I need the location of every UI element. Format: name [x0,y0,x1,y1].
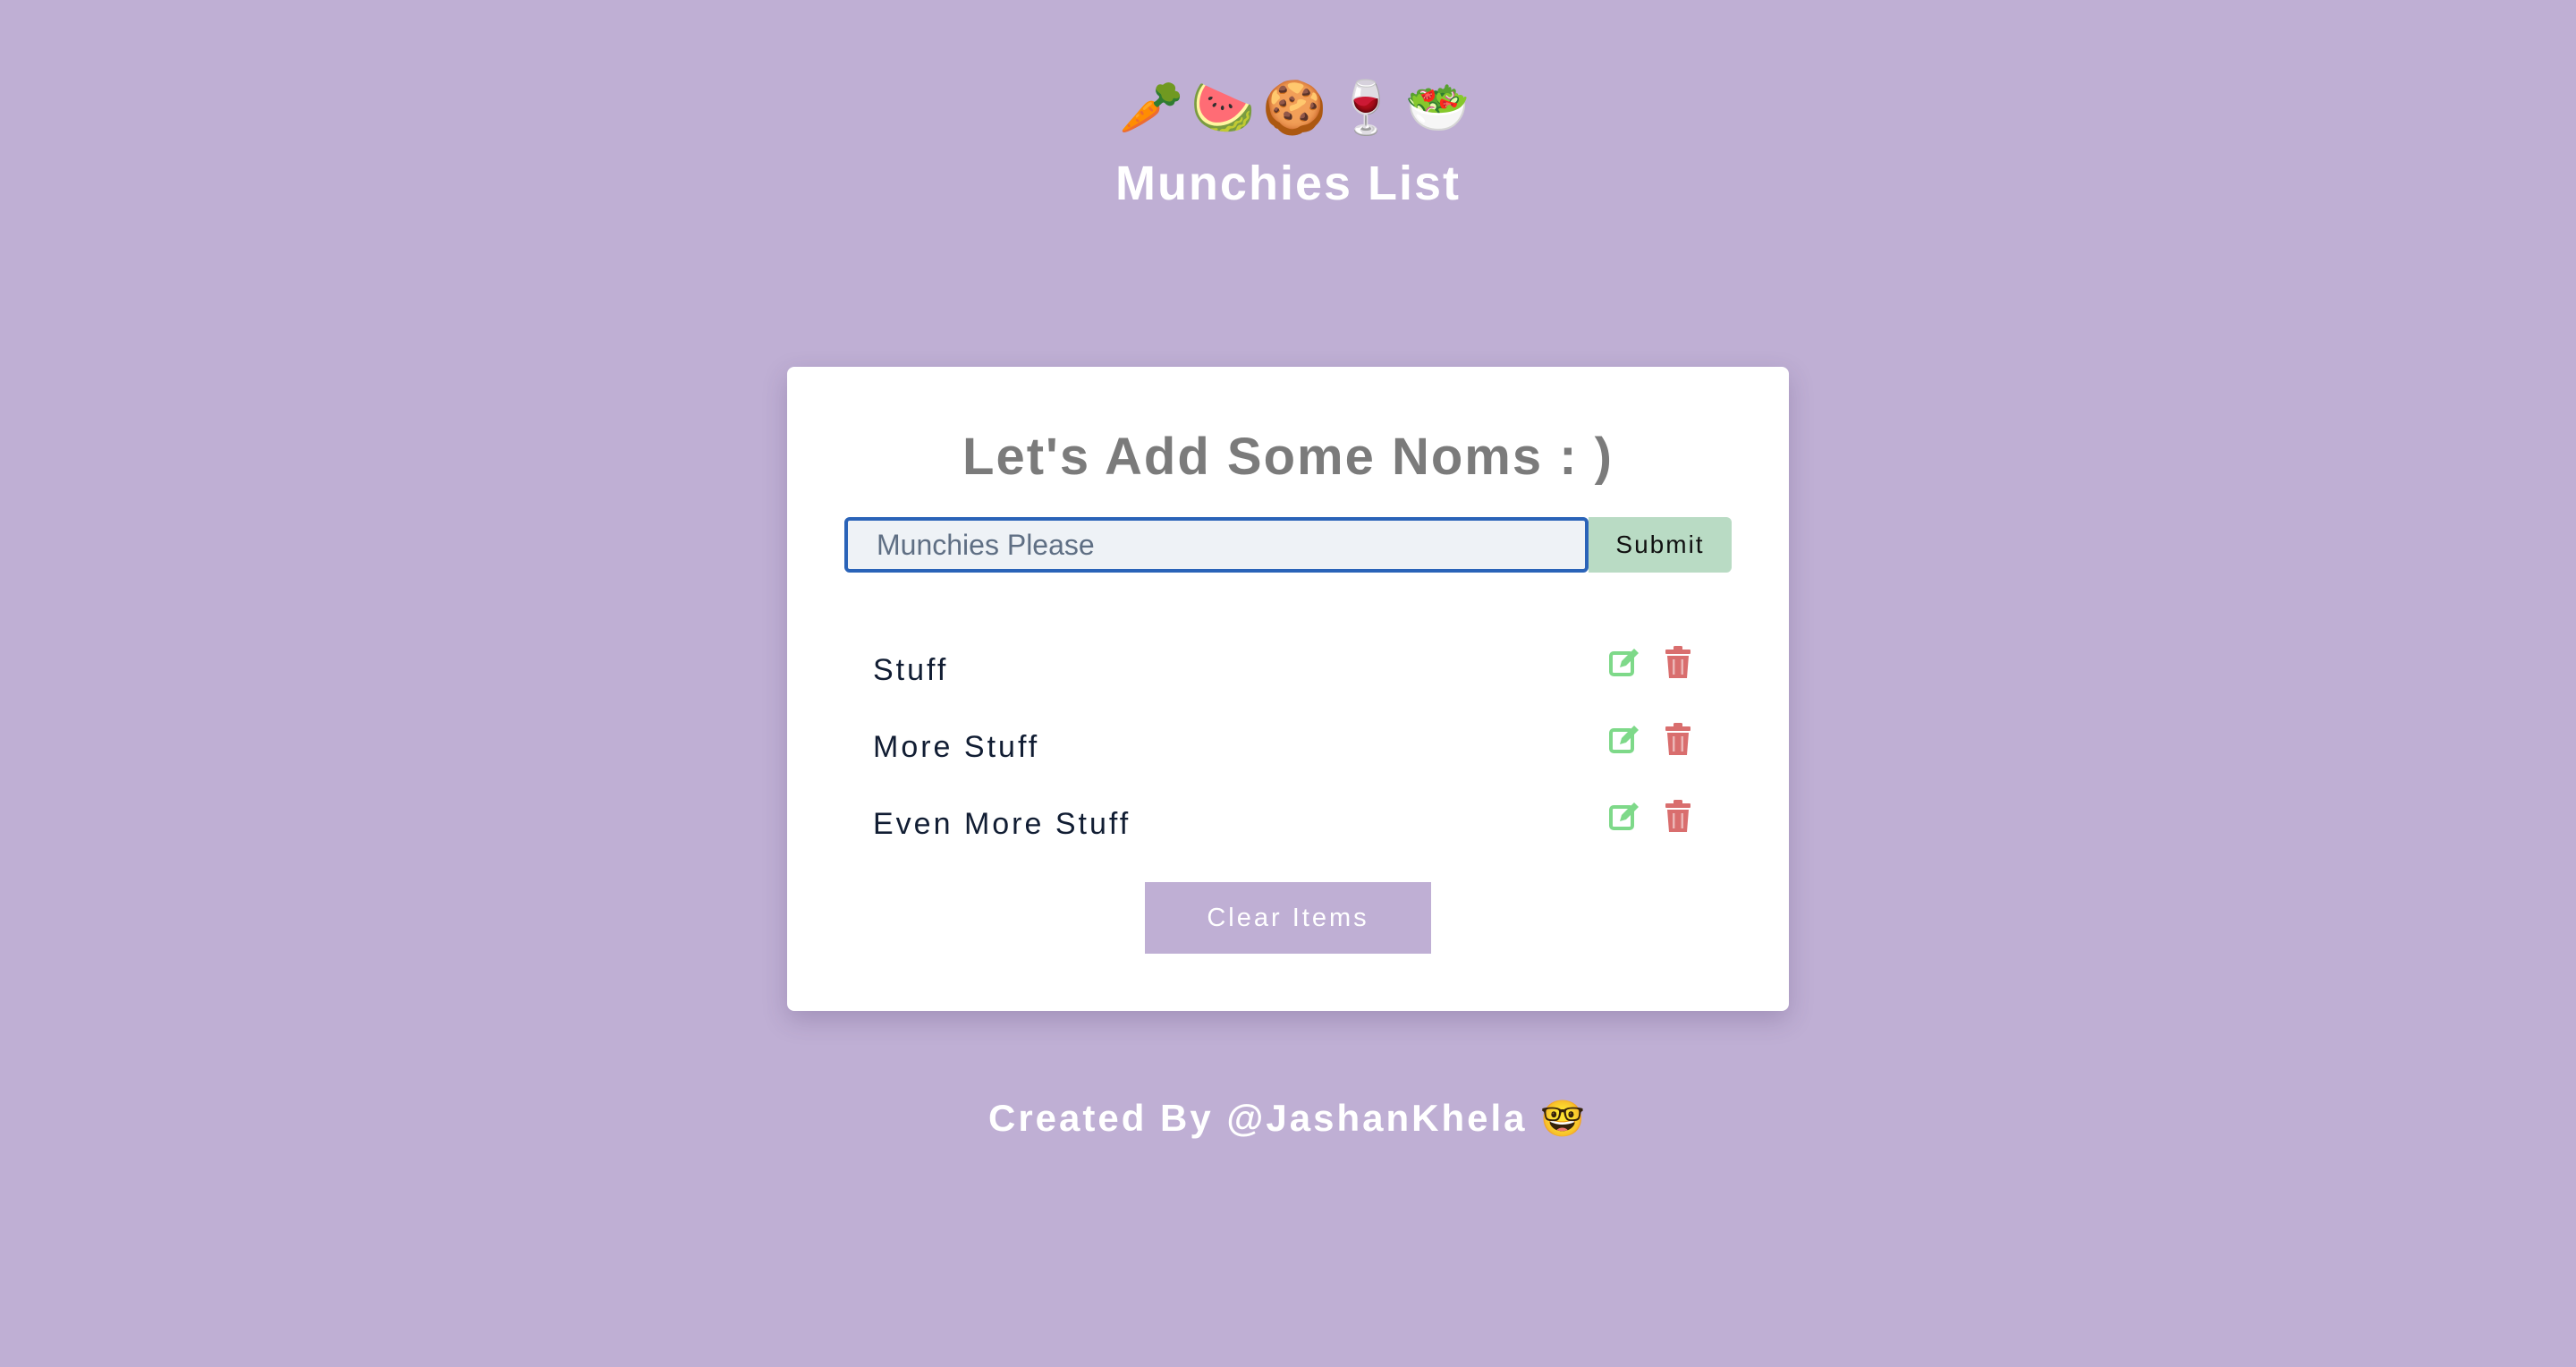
card-title: Let's Add Some Noms : ) [962,428,1614,486]
item-actions [1608,721,1696,757]
clear-items-button[interactable]: Clear Items [1145,882,1431,954]
munchies-input[interactable] [844,517,1589,573]
trash-icon[interactable] [1664,644,1696,680]
cookie-icon: 🍪 [1262,79,1327,137]
item-list: Stuff More Stuff Even More Stuff [873,637,1696,868]
emoji-row: 🥕 🍉 🍪 🍷 🥗 [0,77,2576,140]
add-item-form: Submit [844,517,1732,573]
list-item: More Stuff [873,714,1696,791]
watermelon-icon: 🍉 [1191,79,1256,137]
item-actions [1608,644,1696,680]
edit-icon[interactable] [1608,644,1640,680]
list-item: Even More Stuff [873,791,1696,868]
item-actions [1608,798,1696,834]
edit-icon[interactable] [1608,721,1640,757]
carrot-icon: 🥕 [1119,79,1184,137]
edit-icon[interactable] [1608,798,1640,834]
list-item-label: Stuff [873,653,949,687]
munchies-card: Let's Add Some Noms : ) Submit Stuff [787,367,1789,1011]
salad-icon: 🥗 [1405,79,1470,137]
trash-icon[interactable] [1664,721,1696,757]
trash-icon[interactable] [1664,798,1696,834]
page-title: Munchies List [1114,157,1462,210]
footer-credit: Created By @JashanKhela 🤓 [0,1090,2576,1148]
wine-glass-icon: 🍷 [1334,79,1399,137]
submit-button[interactable]: Submit [1589,517,1732,573]
list-item-label: Even More Stuff [873,807,1131,841]
list-item: Stuff [873,637,1696,714]
nerd-face-icon: 🤓 [1540,1100,1588,1139]
list-item-label: More Stuff [873,730,1040,764]
footer-text: Created By @JashanKhela [988,1097,1528,1139]
